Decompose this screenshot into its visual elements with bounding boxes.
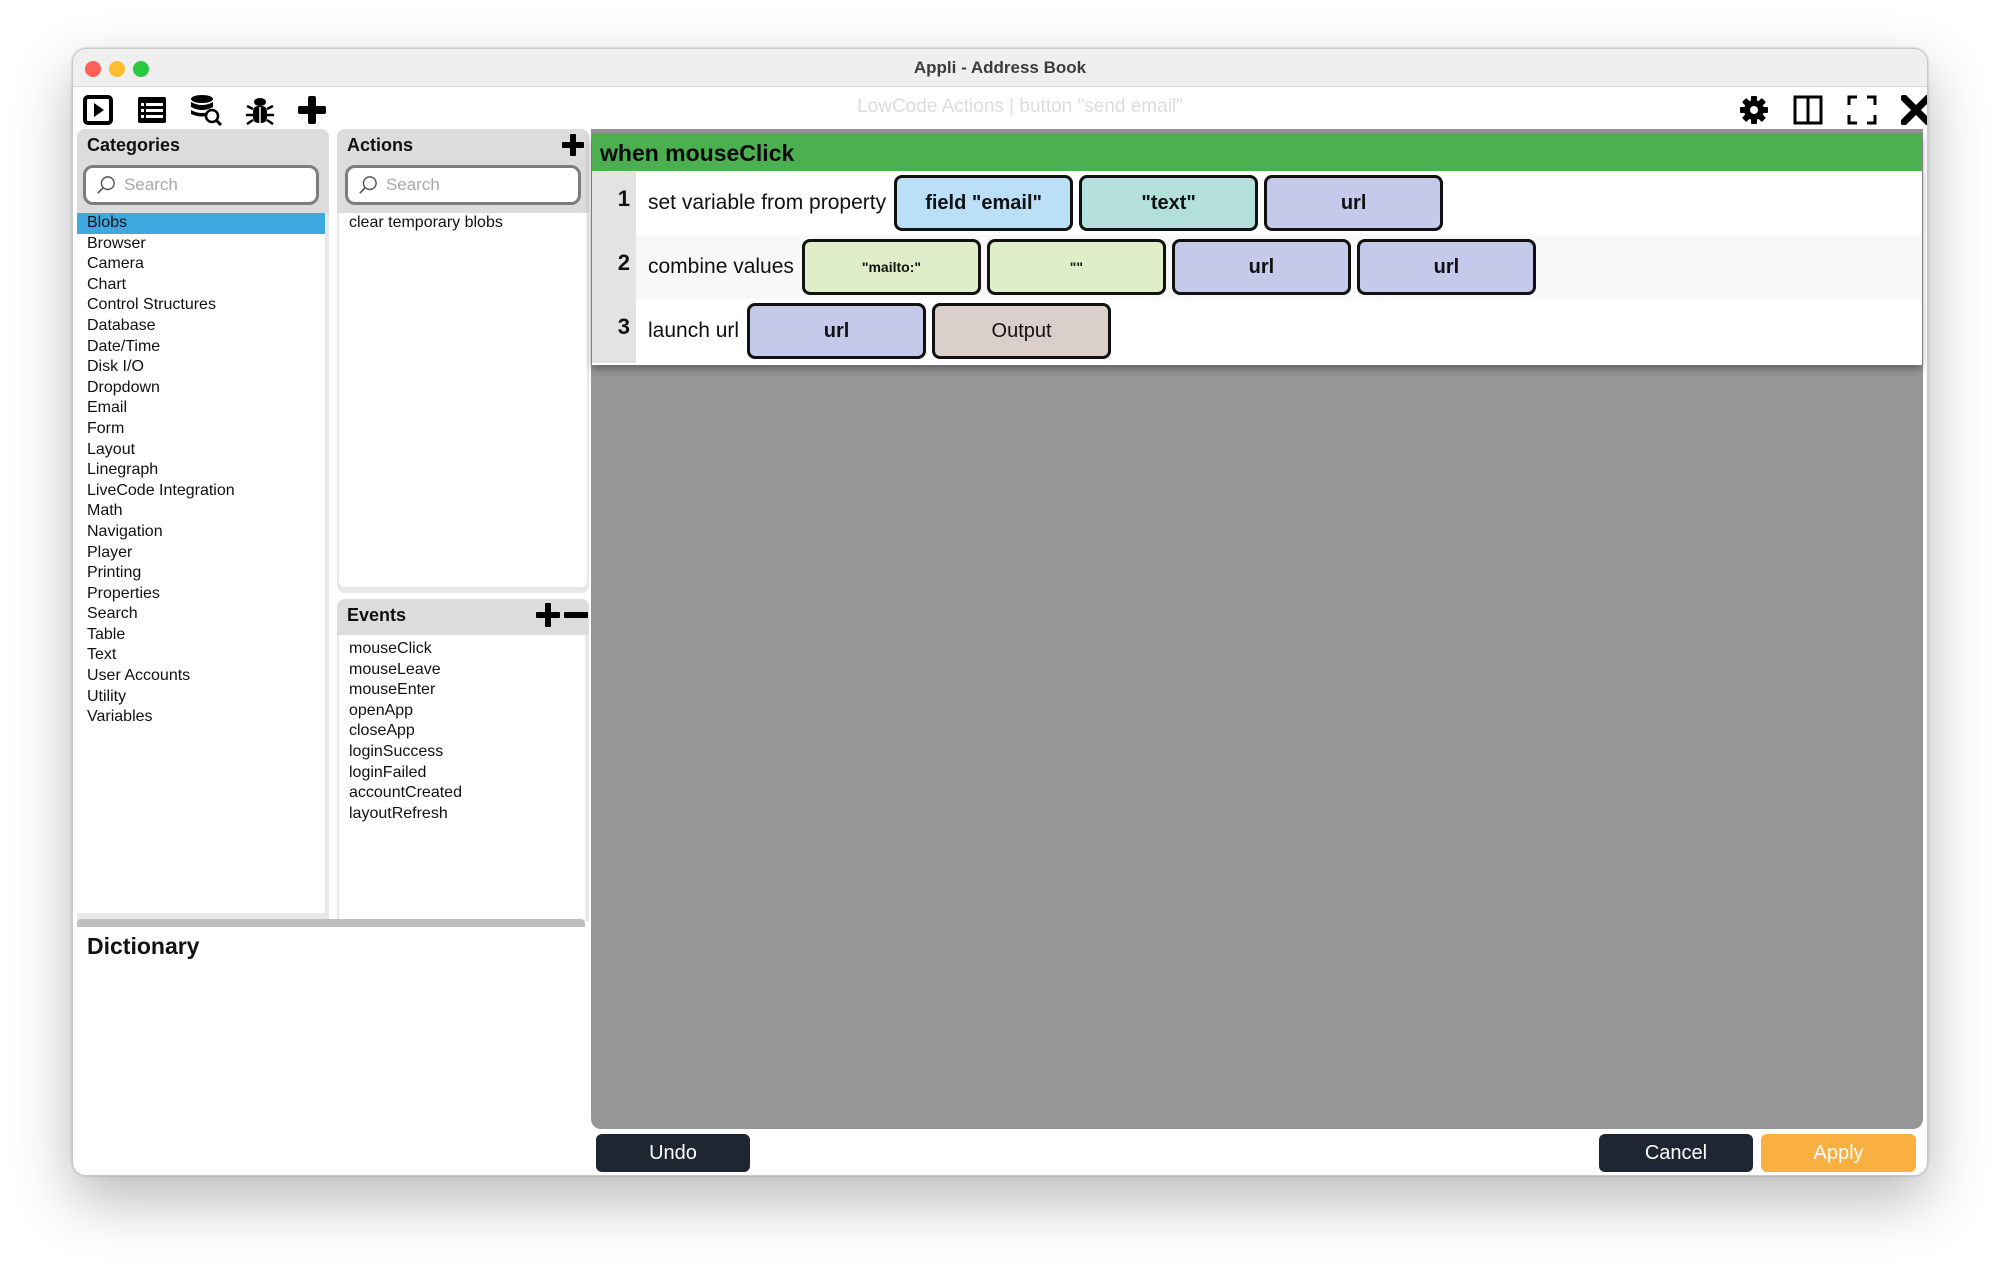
script-canvas[interactable]: when mouseClick 1 set variable from prope… bbox=[591, 129, 1923, 1129]
category-item[interactable]: LiveCode Integration bbox=[77, 481, 325, 502]
categories-search-input[interactable] bbox=[115, 175, 316, 195]
remove-event-icon[interactable] bbox=[563, 602, 589, 633]
apply-button[interactable]: Apply bbox=[1761, 1134, 1916, 1172]
toolbar-caption: LowCode Actions | button "send email" bbox=[857, 96, 1183, 117]
category-item[interactable]: Linegraph bbox=[77, 460, 325, 481]
category-item[interactable]: Control Structures bbox=[77, 295, 325, 316]
dictionary-title: Dictionary bbox=[87, 933, 200, 959]
columns-icon[interactable] bbox=[1791, 93, 1825, 127]
list-icon[interactable] bbox=[135, 93, 169, 127]
dictionary-panel: Dictionary bbox=[77, 919, 585, 1171]
actions-search-input[interactable] bbox=[377, 175, 578, 195]
parameter-chip[interactable]: url bbox=[1356, 239, 1536, 295]
category-item[interactable]: Database bbox=[77, 316, 325, 337]
event-item[interactable]: accountCreated bbox=[339, 783, 585, 804]
parameter-chip[interactable]: url bbox=[1264, 175, 1444, 231]
action-label: combine values bbox=[648, 255, 794, 278]
action-label: launch url bbox=[648, 319, 740, 342]
category-item[interactable]: Dropdown bbox=[77, 378, 325, 399]
parameter-chip[interactable]: url bbox=[747, 303, 927, 359]
category-item[interactable]: Math bbox=[77, 501, 325, 522]
app-window: Appli - Address Book LowCode Actions | b… bbox=[72, 48, 1928, 1176]
event-handler-block: when mouseClick 1 set variable from prope… bbox=[592, 133, 1922, 365]
event-item[interactable]: mouseClick bbox=[339, 639, 585, 660]
category-item[interactable]: Player bbox=[77, 543, 325, 564]
database-search-icon[interactable] bbox=[189, 93, 223, 127]
category-item[interactable]: Browser bbox=[77, 234, 325, 255]
event-item[interactable]: mouseEnter bbox=[339, 680, 585, 701]
event-item[interactable]: loginFailed bbox=[339, 763, 585, 784]
close-icon[interactable] bbox=[1899, 93, 1927, 127]
actions-search-field[interactable] bbox=[345, 165, 581, 205]
action-label: set variable from property bbox=[648, 191, 887, 214]
actions-title: Actions bbox=[347, 135, 414, 155]
category-item[interactable]: Camera bbox=[77, 254, 325, 275]
parameter-chip[interactable]: url bbox=[1171, 239, 1351, 295]
events-title: Events bbox=[347, 605, 407, 625]
events-list: mouseClick mouseLeave mouseEnter openApp clo… bbox=[339, 635, 585, 921]
event-item[interactable]: closeApp bbox=[339, 721, 585, 742]
action-item[interactable]: clear temporary blobs bbox=[339, 213, 587, 234]
bug-icon[interactable] bbox=[243, 93, 277, 127]
category-item[interactable]: User Accounts bbox=[77, 666, 325, 687]
category-item[interactable]: Form bbox=[77, 419, 325, 440]
line-number: 1 bbox=[592, 171, 636, 235]
category-item[interactable]: Layout bbox=[77, 440, 325, 461]
categories-list: Blobs Browser Camera Chart Control Structure… bbox=[77, 213, 325, 913]
search-icon bbox=[97, 176, 115, 194]
parameter-chip[interactable]: "text" bbox=[1079, 175, 1259, 231]
category-item[interactable]: Disk I/O bbox=[77, 357, 325, 378]
category-item[interactable]: Chart bbox=[77, 275, 325, 296]
code-line[interactable]: 1 set variable from property field "email"… bbox=[592, 171, 1922, 235]
category-item[interactable]: Printing bbox=[77, 563, 325, 584]
parameter-chip[interactable]: "" bbox=[986, 239, 1166, 295]
line-number: 2 bbox=[592, 235, 636, 299]
event-item[interactable]: openApp bbox=[339, 701, 585, 722]
event-item[interactable]: mouseLeave bbox=[339, 660, 585, 681]
line-number: 3 bbox=[592, 299, 636, 363]
category-item[interactable]: Email bbox=[77, 398, 325, 419]
category-item[interactable]: Properties bbox=[77, 584, 325, 605]
parameter-chip[interactable]: "mailto:" bbox=[801, 239, 981, 295]
category-item[interactable]: Navigation bbox=[77, 522, 325, 543]
actions-list: clear temporary blobs bbox=[339, 213, 587, 587]
search-icon bbox=[359, 176, 377, 194]
category-item[interactable]: Text bbox=[77, 645, 325, 666]
categories-title: Categories bbox=[87, 135, 181, 155]
play-icon[interactable] bbox=[81, 93, 115, 127]
categories-search-field[interactable] bbox=[83, 165, 319, 205]
plus-icon[interactable] bbox=[295, 93, 329, 127]
gear-icon[interactable] bbox=[1737, 93, 1771, 127]
window-title: Appli - Address Book bbox=[913, 58, 1087, 77]
title-bar: Appli - Address Book bbox=[73, 49, 1927, 87]
code-lines: 1 set variable from property field "email"… bbox=[592, 171, 1922, 363]
parameter-chip[interactable]: Output bbox=[932, 303, 1112, 359]
toolbar: LowCode Actions | button "send email" bbox=[73, 87, 1927, 129]
category-item[interactable]: Date/Time bbox=[77, 337, 325, 358]
event-header[interactable]: when mouseClick bbox=[592, 133, 1922, 171]
add-action-icon[interactable] bbox=[561, 133, 585, 162]
code-line[interactable]: 2 combine values "mailto:" "" url url bbox=[592, 235, 1922, 299]
undo-button[interactable]: Undo bbox=[596, 1134, 750, 1172]
event-item[interactable]: loginSuccess bbox=[339, 742, 585, 763]
category-item[interactable]: Utility bbox=[77, 687, 325, 708]
category-item[interactable]: Variables bbox=[77, 707, 325, 728]
event-item[interactable]: layoutRefresh bbox=[339, 804, 585, 825]
cancel-button[interactable]: Cancel bbox=[1599, 1134, 1753, 1172]
category-item[interactable]: Table bbox=[77, 625, 325, 646]
fullscreen-icon[interactable] bbox=[1845, 93, 1879, 127]
parameter-chip[interactable]: field "email" bbox=[894, 175, 1074, 231]
category-item[interactable]: Search bbox=[77, 604, 325, 625]
add-event-icon[interactable] bbox=[535, 602, 561, 633]
category-item[interactable]: Blobs bbox=[77, 213, 325, 234]
code-line[interactable]: 3 launch url url Output bbox=[592, 299, 1922, 363]
